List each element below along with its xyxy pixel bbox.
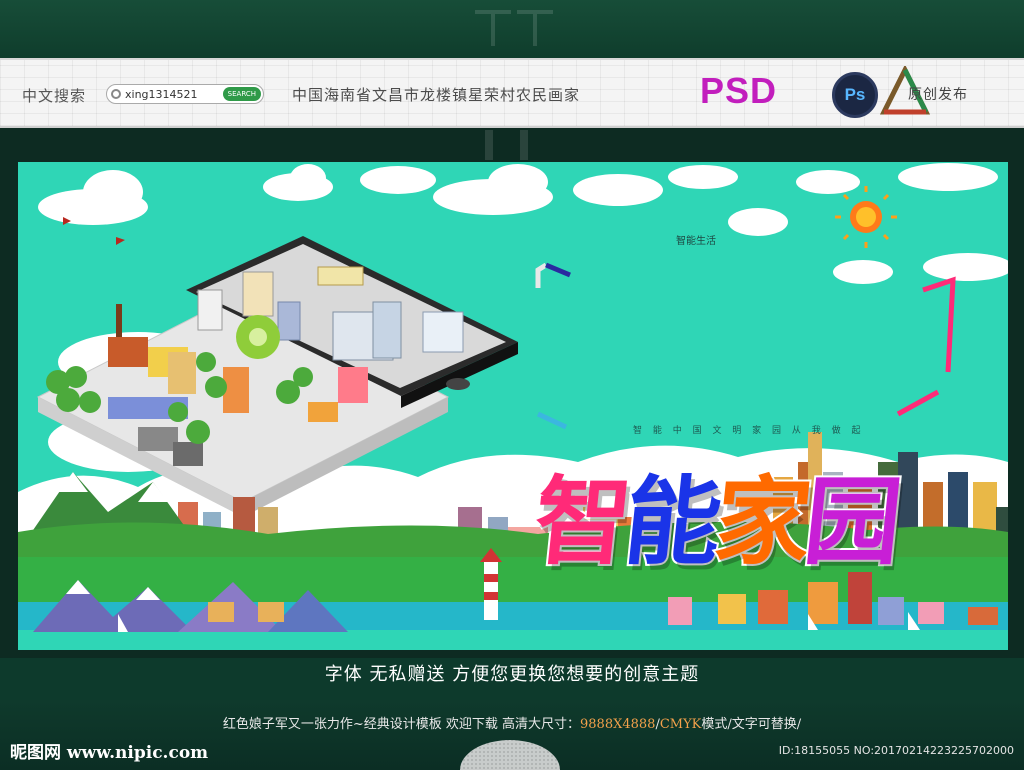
- original-label: 原创发布: [908, 87, 968, 103]
- footer-line: 红色娘子军又一张力作~经典设计模板 欢迎下载 高清大尺寸：9888X4888/C…: [0, 713, 1024, 732]
- caption-text: 字体 无私赠送 方便您更换您想要的创意主题: [324, 664, 700, 685]
- psd-badge: PSD: [700, 70, 778, 111]
- title-char: 能: [617, 464, 723, 580]
- image-id: ID:18155055 NO:20170214223225702000: [778, 744, 1014, 757]
- title-wrap: 智能家园: [527, 444, 948, 584]
- banner-subtitle: 智 能 中 国 文 明 家 园 从 我 做 起: [633, 426, 865, 436]
- footer-text: 红色娘子军又一张力作~经典设计模板 欢迎下载 高清大尺寸：: [222, 717, 580, 732]
- faint-watermark: [470, 0, 570, 60]
- banner-image: 智能家园: [18, 162, 1008, 650]
- site-logo[interactable]: 昵图网 www.nipic.com: [10, 738, 208, 763]
- footer-mode: CMYK: [659, 717, 702, 732]
- search-button[interactable]: SEARCH: [222, 87, 261, 101]
- title-char: 智: [527, 464, 633, 580]
- title-char: 园: [797, 464, 903, 580]
- small-tag: 智能生活: [676, 236, 716, 247]
- sun-icon: [835, 186, 897, 248]
- banner-title: 智能家园: [527, 444, 904, 583]
- top-band: [0, 0, 1024, 58]
- search-icon: [111, 89, 121, 99]
- slogan-text: 中国海南省文昌市龙楼镇星荣村农民画家: [292, 86, 581, 104]
- search-label: 中文搜索: [22, 87, 87, 105]
- footer-text-2: 模式/文字可替换/: [701, 717, 802, 732]
- search-input[interactable]: [125, 87, 225, 101]
- title-char: 家: [707, 464, 813, 580]
- search-box[interactable]: SEARCH: [106, 84, 264, 104]
- photoshop-icon: Ps: [832, 72, 878, 118]
- footer-size: 9888X4888: [580, 717, 656, 732]
- ghost-bar: [520, 130, 528, 160]
- ghost-bar: [485, 130, 493, 160]
